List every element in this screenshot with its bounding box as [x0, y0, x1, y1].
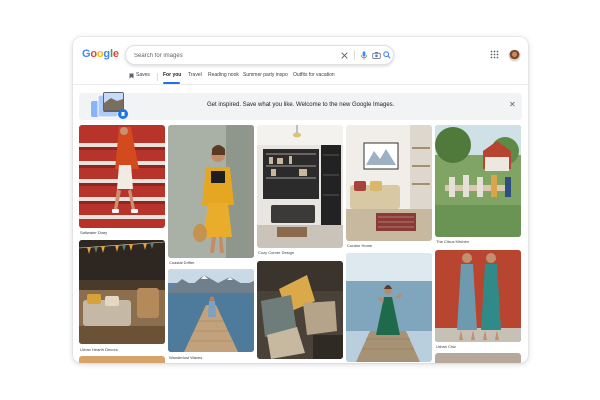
image-card-cushions[interactable] [257, 261, 343, 359]
tab-travel[interactable]: Travel [188, 72, 202, 78]
cushions-rattan-sofa-image [257, 261, 343, 359]
image-card-urban-chic[interactable] [435, 250, 521, 342]
tab-summer-party-inspo[interactable]: Summer party inspo [243, 72, 288, 78]
image-card-green-dress[interactable] [346, 253, 432, 362]
search-divider [354, 50, 355, 60]
image-card-saltwater-diary[interactable] [79, 125, 165, 228]
microphone-icon[interactable] [359, 50, 369, 60]
image-card-partial[interactable] [435, 353, 521, 363]
google-logo[interactable]: Google [82, 48, 119, 60]
tab-saves[interactable]: Saves [136, 72, 150, 78]
two-women-dresses-image [435, 250, 521, 342]
card-caption: Curator Home [347, 243, 373, 248]
tab-outfits-for-vacation[interactable]: Outfits for vacation [293, 72, 335, 78]
card-caption: Coastal Drifter [169, 260, 195, 265]
image-card-wanderlust-waves[interactable] [168, 269, 254, 352]
browser-window: Google Saves For you Travel [73, 37, 528, 363]
camera-search-icon[interactable] [371, 50, 381, 60]
search-icon[interactable] [382, 50, 392, 60]
image-card-the-citrus-kitchen[interactable] [435, 125, 521, 237]
category-tabs: Saves For you Travel Reading nook Summer… [73, 69, 528, 85]
card-caption: Saltwater Diary [80, 230, 108, 235]
active-tab-indicator [163, 82, 180, 84]
apps-grid-icon[interactable] [490, 50, 499, 59]
outdoor-garden-party-image [435, 125, 521, 237]
card-caption: Wanderlust Waves [169, 355, 203, 360]
search-box [125, 45, 394, 65]
image-card-coastal-drifter[interactable] [168, 125, 254, 258]
red-stairs-fashion-image [79, 125, 165, 228]
logo-letter: e [112, 48, 119, 60]
banner-message: Get inspired. Save what you like. Welcom… [207, 102, 395, 108]
image-card-partial[interactable] [79, 356, 165, 363]
dark-kitchen-interior-image [257, 125, 343, 248]
yellow-outfit-fashion-image [168, 125, 254, 258]
image-card-cozy-corner-design[interactable] [257, 125, 343, 248]
banner-illustration [91, 92, 128, 119]
image-card-curator-home[interactable] [346, 125, 432, 241]
logo-letter: G [82, 48, 91, 60]
tab-divider [157, 73, 158, 81]
welcome-banner: Get inspired. Save what you like. Welcom… [79, 93, 522, 120]
living-room-interior-image [346, 125, 432, 241]
green-dress-pier-image [346, 253, 432, 362]
avatar[interactable] [508, 49, 521, 62]
card-caption: Urban Chic [436, 344, 457, 349]
lake-pier-mountains-image [168, 269, 254, 352]
clear-icon[interactable] [339, 50, 349, 60]
card-caption: The Citrus Kitchen [436, 239, 469, 244]
tab-for-you[interactable]: For you [163, 72, 181, 78]
bookmark-icon [129, 73, 134, 79]
image-card-urban-hearth-decors[interactable] [79, 240, 165, 344]
patio-lounge-bunting-image [79, 240, 165, 344]
card-caption: Cozy Corner Design [258, 250, 295, 255]
close-icon[interactable]: ✕ [509, 100, 516, 109]
search-input[interactable] [132, 48, 336, 63]
card-caption: Urban Hearth Decors [80, 347, 118, 352]
tab-reading-nook[interactable]: Reading nook [208, 72, 239, 78]
